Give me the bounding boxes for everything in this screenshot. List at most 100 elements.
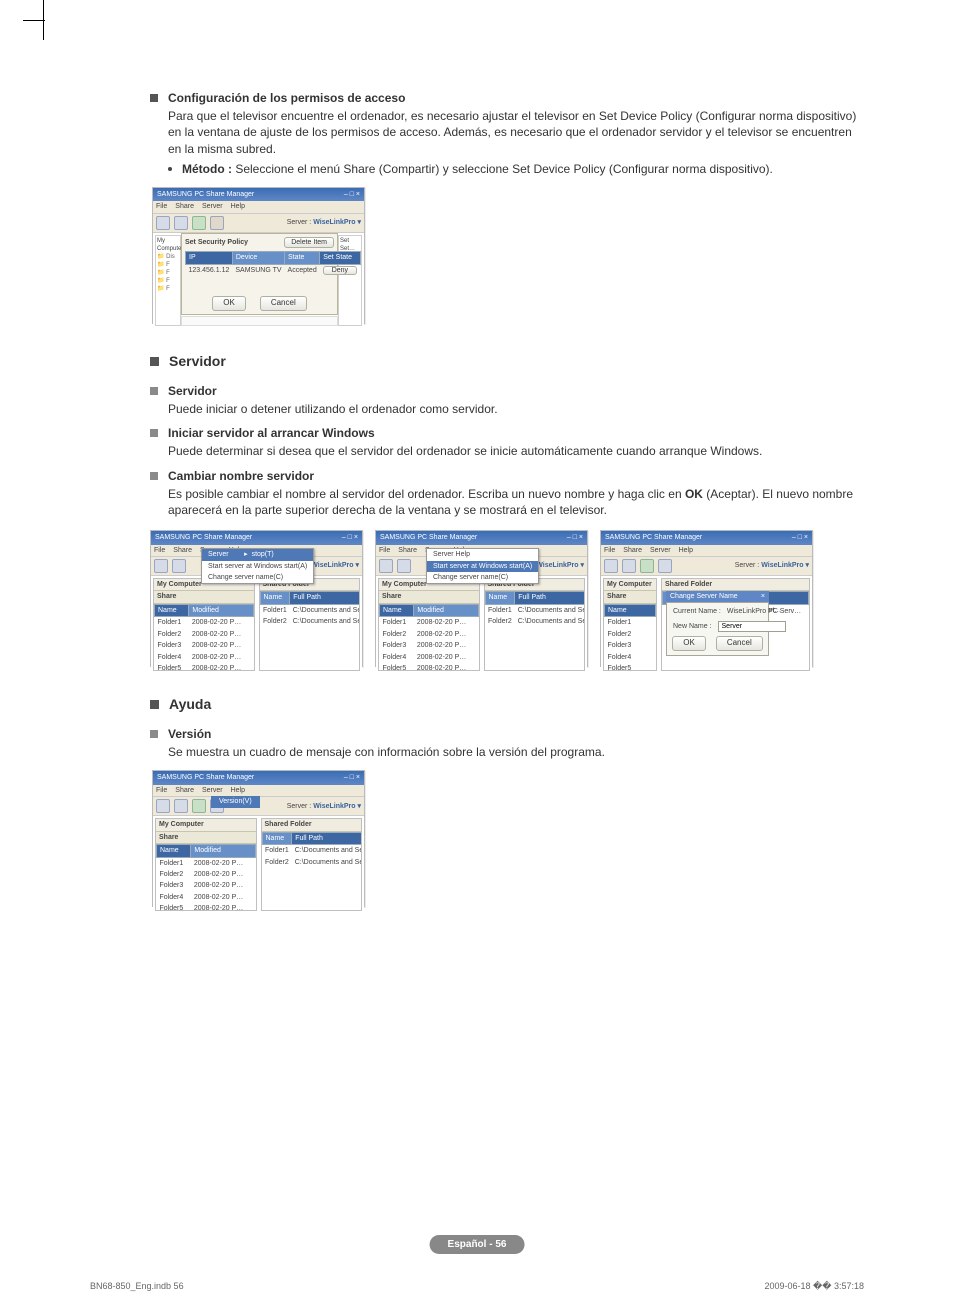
window-controls-icon[interactable]: – □ × <box>567 533 583 542</box>
col-name[interactable]: Name <box>155 604 189 616</box>
list-item[interactable]: Folder12008-02-20 P… <box>155 617 254 629</box>
window-controls-icon[interactable]: – □ × <box>342 533 358 542</box>
menu-item[interactable]: Change server name(C) <box>427 572 538 583</box>
col-name[interactable]: Name <box>485 592 515 604</box>
settings-icon[interactable] <box>658 559 672 573</box>
menu-server[interactable]: Server <box>202 786 223 795</box>
col-name[interactable]: Name <box>262 832 292 844</box>
server-value[interactable]: WiseLinkPro ▾ <box>311 562 359 569</box>
list-item[interactable]: Folder22008-02-20 P… <box>380 629 479 640</box>
list-item[interactable]: Folder2C:\Documents and Set… <box>260 616 360 627</box>
menu-share[interactable]: Share <box>398 546 417 555</box>
list-item[interactable]: Folder4 <box>605 652 656 663</box>
server-value[interactable]: WiseLinkPro ▾ <box>313 803 361 810</box>
close-icon[interactable]: × <box>761 592 765 601</box>
server-value[interactable]: WiseLinkPro ▾ <box>761 562 809 569</box>
list-item[interactable]: Folder2C:\Documents and Set… <box>485 616 585 627</box>
menu-item[interactable]: Start server at Windows start(A) <box>202 561 313 572</box>
col-path[interactable]: Full Path <box>515 592 585 604</box>
unshare-folder-icon[interactable] <box>622 559 636 573</box>
menu-server[interactable]: Server <box>650 546 671 555</box>
list-item[interactable]: Folder3 <box>605 640 656 651</box>
col-setstate[interactable]: Set State <box>320 252 360 264</box>
list-item[interactable]: Folder52008-02-20 P… <box>380 663 479 671</box>
col-modified[interactable]: Modified <box>189 604 253 616</box>
col-state[interactable]: State <box>285 252 320 264</box>
menu-file[interactable]: File <box>156 202 167 211</box>
menu-item[interactable]: Server Help <box>427 549 538 560</box>
menu-file[interactable]: File <box>156 786 167 795</box>
ok-button[interactable]: OK <box>212 296 246 311</box>
list-item[interactable]: Folder12008-02-20 P… <box>157 857 256 869</box>
deny-button[interactable]: Deny <box>323 266 357 275</box>
list-item[interactable]: Folder12008-02-20 P… <box>380 617 479 629</box>
menu-help[interactable]: Help <box>679 546 693 555</box>
settings-icon[interactable] <box>210 216 224 230</box>
list-item[interactable]: Folder2 <box>605 629 656 640</box>
menu-share[interactable]: Share <box>175 786 194 795</box>
col-name[interactable]: Name <box>157 845 191 857</box>
list-item[interactable]: Folder5 <box>605 663 656 671</box>
cancel-button[interactable]: Cancel <box>260 296 307 311</box>
share-folder-icon[interactable] <box>156 799 170 813</box>
menu-file[interactable]: File <box>154 546 165 555</box>
menu-share[interactable]: Share <box>175 202 194 211</box>
list-item[interactable]: Folder32008-02-20 P… <box>155 640 254 651</box>
list-item[interactable]: Folder1C:\Documents and Set… <box>485 604 585 616</box>
menu-item-selected[interactable]: Server ▸ stop(T) <box>202 549 313 560</box>
server-context-menu[interactable]: Server Help Start server at Windows star… <box>426 548 539 584</box>
list-item[interactable]: Folder1C:\Documents and Set… <box>262 845 362 857</box>
server-value[interactable]: WiseLinkPro ▾ <box>536 562 584 569</box>
window-controls-icon[interactable]: – □ × <box>344 773 360 782</box>
share-folder-icon[interactable] <box>154 559 168 573</box>
col-name[interactable]: Name <box>380 604 414 616</box>
menu-help[interactable]: Help <box>231 786 245 795</box>
window-controls-icon[interactable]: – □ × <box>792 533 808 542</box>
list-item[interactable]: Folder2C:\Documents and Set… <box>262 857 362 868</box>
server-value[interactable]: WiseLinkPro ▾ <box>313 219 361 226</box>
new-name-input[interactable] <box>718 621 786 632</box>
share-folder-icon[interactable] <box>379 559 393 573</box>
col-modified[interactable]: Modified <box>414 604 478 616</box>
menu-help[interactable]: Help <box>231 202 245 211</box>
unshare-folder-icon[interactable] <box>397 559 411 573</box>
menu-share[interactable]: Share <box>623 546 642 555</box>
col-device[interactable]: Device <box>232 252 284 264</box>
share-folder-icon[interactable] <box>604 559 618 573</box>
col-ip[interactable]: IP <box>186 252 233 264</box>
menu-file[interactable]: File <box>604 546 615 555</box>
menu-file[interactable]: File <box>379 546 390 555</box>
table-row[interactable]: 123.456.1.12 SAMSUNG TV Accepted Deny <box>186 264 361 276</box>
list-item[interactable]: Folder22008-02-20 P… <box>155 629 254 640</box>
delete-item-button[interactable]: Delete Item <box>284 237 334 248</box>
list-item[interactable]: Folder52008-02-20 P… <box>155 663 254 671</box>
window-controls-icon[interactable]: – □ × <box>344 190 360 199</box>
menubar[interactable]: File Share Server Help <box>153 785 364 797</box>
list-item[interactable]: Folder32008-02-20 P… <box>380 640 479 651</box>
col-path[interactable]: Full Path <box>290 592 360 604</box>
list-item[interactable]: Folder52008-02-20 P… <box>157 903 256 911</box>
list-item[interactable]: Folder22008-02-20 P… <box>157 869 256 880</box>
menu-server[interactable]: Server <box>202 202 223 211</box>
unshare-folder-icon[interactable] <box>172 559 186 573</box>
menu-item-selected[interactable]: Start server at Windows start(A) <box>427 561 538 572</box>
refresh-icon[interactable] <box>640 559 654 573</box>
menubar[interactable]: File Share Server Help <box>601 545 812 557</box>
menu-share[interactable]: Share <box>173 546 192 555</box>
list-item[interactable]: Folder32008-02-20 P… <box>157 880 256 891</box>
list-item[interactable]: Folder1 <box>605 617 656 629</box>
cancel-button[interactable]: Cancel <box>716 636 763 651</box>
col-name[interactable]: Name <box>260 592 290 604</box>
refresh-icon[interactable] <box>192 216 206 230</box>
col-path[interactable]: Full Path <box>292 832 362 844</box>
help-menu-highlight[interactable]: Version(V) <box>211 796 260 807</box>
ok-button[interactable]: OK <box>672 636 706 651</box>
list-item[interactable]: Folder42008-02-20 P… <box>155 652 254 663</box>
col-modified[interactable]: Modified <box>191 845 255 857</box>
col-name[interactable]: Name <box>605 604 656 616</box>
list-item[interactable]: Folder42008-02-20 P… <box>380 652 479 663</box>
list-item[interactable]: Folder42008-02-20 P… <box>157 892 256 903</box>
unshare-folder-icon[interactable] <box>174 216 188 230</box>
server-context-menu[interactable]: Server ▸ stop(T) Start server at Windows… <box>201 548 314 584</box>
refresh-icon[interactable] <box>192 799 206 813</box>
